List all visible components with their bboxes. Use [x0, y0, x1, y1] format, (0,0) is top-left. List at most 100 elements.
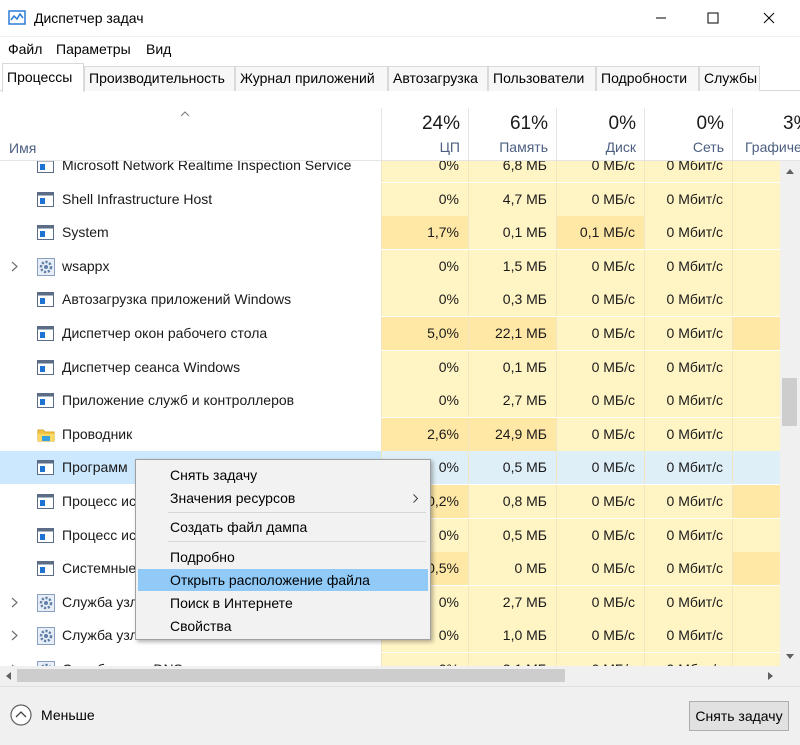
- scroll-right-icon[interactable]: [768, 672, 774, 680]
- table-row[interactable]: wsappx 0% 1,5 МБ 0 МБ/с 0 Мбит/с: [0, 249, 780, 283]
- menu-file[interactable]: Файл: [8, 41, 42, 57]
- table-row[interactable]: Shell Infrastructure Host 0% 4,7 МБ 0 МБ/с 0…: [0, 182, 780, 216]
- tab-users[interactable]: Пользователи: [488, 66, 596, 91]
- horizontal-scroll-thumb[interactable]: [17, 669, 565, 682]
- column-disk-header[interactable]: 0% Диск: [556, 108, 644, 161]
- network-total: 0%: [696, 113, 724, 134]
- ctx-create-dump-label: Создать файл дампа: [170, 519, 308, 535]
- window-icon: [37, 292, 54, 308]
- gpu-cell: [732, 653, 780, 666]
- collapse-icon[interactable]: [9, 703, 33, 727]
- column-memory-header[interactable]: 61% Память: [468, 108, 556, 161]
- menu-options[interactable]: Параметры: [56, 41, 131, 57]
- tab-processes[interactable]: Процессы: [2, 63, 84, 92]
- disk-cell: 0 МБ/с: [556, 417, 644, 451]
- disk-cell: 0 МБ/с: [556, 283, 644, 317]
- network-cell: 0 Мбит/с: [644, 317, 732, 350]
- window-icon: [37, 460, 54, 476]
- process-name: Программ: [62, 459, 128, 476]
- memory-total: 61%: [509, 113, 548, 134]
- network-cell: 0 Мбит/с: [644, 653, 732, 666]
- table-row[interactable]: Автозагрузка приложений Windows 0% 0,3 МБ 0…: [0, 283, 780, 317]
- process-name-cell[interactable]: Диспетчер сеанса Windows: [0, 351, 381, 384]
- fewer-details-link[interactable]: Меньше: [41, 707, 95, 723]
- scroll-down-icon[interactable]: [786, 654, 794, 660]
- process-name: Системные: [62, 560, 137, 577]
- ctx-resource-values-label: Значения ресурсов: [170, 490, 296, 506]
- tab-services[interactable]: Службы: [699, 66, 760, 91]
- ctx-properties[interactable]: Свойства: [138, 615, 428, 637]
- maximize-button[interactable]: [690, 0, 736, 36]
- table-row[interactable]: Диспетчер окон рабочего стола 5,0% 22,1 МБ…: [0, 317, 780, 350]
- scroll-left-icon[interactable]: [5, 672, 11, 680]
- memory-cell: 0,5 МБ: [468, 451, 556, 485]
- process-name-cell[interactable]: Автозагрузка приложений Windows: [0, 283, 381, 316]
- window-icon: [37, 359, 54, 375]
- menu-view[interactable]: Вид: [146, 41, 171, 57]
- chevron-right-icon[interactable]: [11, 630, 19, 641]
- ctx-end-task[interactable]: Снять задачу: [138, 464, 428, 486]
- process-name: Shell Infrastructure Host: [62, 190, 213, 207]
- gpu-total: 3%: [783, 113, 800, 134]
- ctx-resource-values[interactable]: Значения ресурсов: [138, 487, 428, 509]
- network-cell: 0 Мбит/с: [644, 384, 732, 418]
- close-icon: [763, 12, 775, 24]
- ctx-open-file-location-label: Открыть расположение файла: [170, 572, 370, 588]
- process-name-cell[interactable]: wsappx: [0, 250, 381, 283]
- column-cpu-header[interactable]: 24% ЦП: [381, 108, 468, 161]
- end-task-button[interactable]: Снять задачу: [689, 701, 789, 731]
- table-row[interactable]: Служба узла: DNS-клиент0%2,1 МБ0 МБ/с0 М…: [0, 653, 780, 666]
- gear-icon: [37, 257, 55, 276]
- ctx-create-dump[interactable]: Создать файл дампа: [138, 516, 428, 538]
- column-name-header[interactable]: Имя: [9, 140, 36, 156]
- disk-cell: 0 МБ/с: [556, 619, 644, 653]
- process-name-cell[interactable]: Microsoft Network Realtime Inspection Se…: [0, 161, 381, 182]
- table-row[interactable]: Приложение служб и контроллеров 0% 2,7 МБ 0…: [0, 384, 780, 418]
- chevron-right-icon[interactable]: [11, 597, 19, 608]
- menu-bar: Файл Параметры Вид: [0, 37, 800, 61]
- gpu-cell: [732, 485, 780, 518]
- disk-cell: 0 МБ/с: [556, 350, 644, 384]
- process-name-cell[interactable]: Shell Infrastructure Host: [0, 183, 381, 216]
- disk-cell: 0 МБ/с: [556, 182, 644, 216]
- tab-details[interactable]: Подробности: [596, 66, 699, 91]
- cpu-label: ЦП: [439, 139, 460, 155]
- cpu-cell: 0%: [381, 182, 468, 216]
- process-name-cell[interactable]: Проводник: [0, 418, 381, 451]
- window-icon: [37, 225, 54, 241]
- memory-cell: 6,8 МБ: [468, 161, 556, 182]
- vertical-scroll-thumb[interactable]: [782, 378, 797, 426]
- chevron-right-icon[interactable]: [11, 261, 19, 272]
- cpu-cell: 0%: [381, 384, 468, 418]
- network-cell: 0 Мбит/с: [644, 417, 732, 451]
- tab-startup[interactable]: Автозагрузка: [388, 66, 488, 91]
- column-network-header[interactable]: 0% Сеть: [644, 108, 732, 161]
- process-name-cell[interactable]: Служба узла: DNS-клиент: [0, 653, 381, 666]
- ctx-search-online[interactable]: Поиск в Интернете: [138, 592, 428, 614]
- table-row[interactable]: System 1,7% 0,1 МБ 0,1 МБ/с 0 Мбит/с: [0, 216, 780, 250]
- memory-cell: 0 МБ: [468, 552, 556, 586]
- minimize-button[interactable]: [638, 0, 684, 36]
- process-name-cell[interactable]: Диспетчер окон рабочего стола: [0, 317, 381, 350]
- network-cell: 0 Мбит/с: [644, 182, 732, 216]
- table-row[interactable]: Диспетчер сеанса Windows 0% 0,1 МБ 0 МБ/с 0 …: [0, 350, 780, 384]
- process-name: Процесс ис: [62, 526, 136, 543]
- column-gpu-header[interactable]: 3% Графический: [732, 108, 800, 161]
- process-name-cell[interactable]: Приложение служб и контроллеров: [0, 384, 381, 417]
- tab-app-history[interactable]: Журнал приложений: [235, 66, 388, 91]
- memory-cell: 0,5 МБ: [468, 518, 556, 552]
- gpu-cell: [732, 216, 780, 250]
- process-name-cell[interactable]: System: [0, 216, 381, 249]
- window-icon: [37, 393, 54, 409]
- table-row[interactable]: Проводник 2,6% 24,9 МБ 0 МБ/с 0 Мбит/с: [0, 417, 780, 451]
- process-name: Приложение служб и контроллеров: [62, 392, 295, 409]
- tab-performance[interactable]: Производительность: [84, 66, 235, 91]
- ctx-open-file-location[interactable]: Открыть расположение файла: [138, 569, 428, 591]
- scroll-up-icon[interactable]: [786, 168, 794, 174]
- ctx-separator: [168, 541, 426, 542]
- close-button[interactable]: [746, 0, 792, 36]
- task-manager-icon: [8, 10, 26, 25]
- table-row[interactable]: Microsoft Network Realtime Inspection Se…: [0, 161, 780, 182]
- ctx-go-to-details[interactable]: Подробно: [138, 546, 428, 568]
- memory-cell: 22,1 МБ: [468, 317, 556, 350]
